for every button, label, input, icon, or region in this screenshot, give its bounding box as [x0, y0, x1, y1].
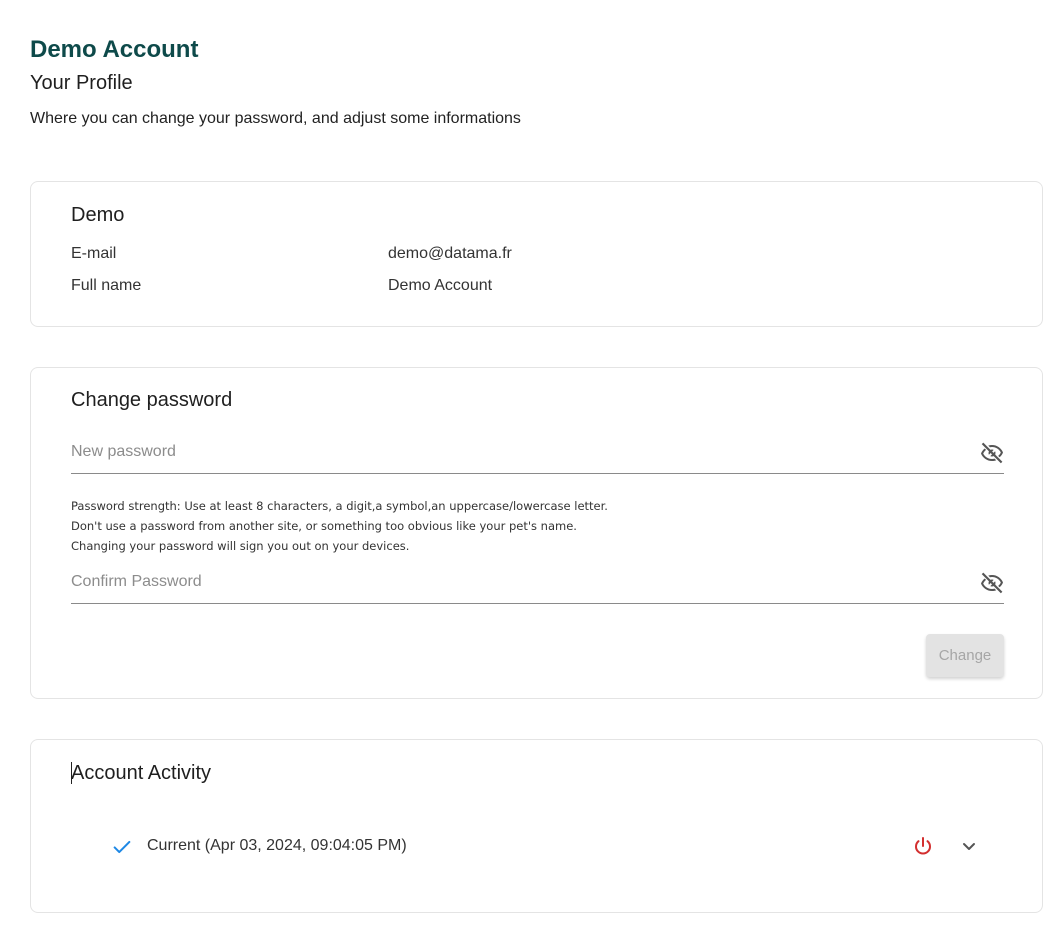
hint-line: Password strength: Use at least 8 charac… — [71, 499, 608, 513]
profile-card: Demo E-mail demo@datama.fr Full name Dem… — [30, 181, 1043, 327]
page-title: Your Profile — [30, 72, 133, 94]
change-password-button[interactable]: Change — [926, 634, 1004, 677]
email-value: demo@datama.fr — [388, 245, 512, 262]
session-row: Current (Apr 03, 2024, 09:04:05 PM) — [111, 832, 981, 860]
hint-line: Don't use a password from another site, … — [71, 519, 577, 533]
page-header: Demo Account Your Profile Where you can … — [30, 34, 1030, 129]
session-label: Current (Apr 03, 2024, 09:04:05 PM) — [147, 837, 407, 854]
fullname-label: Full name — [71, 277, 142, 294]
new-password-input[interactable] — [71, 443, 951, 461]
account-activity-card: Account Activity Current (Apr 03, 2024, … — [30, 739, 1043, 913]
new-password-field — [71, 437, 1004, 474]
change-password-card: Change password Password strength: Use a… — [30, 367, 1043, 699]
app-title: Demo Account — [30, 36, 199, 63]
check-icon — [111, 836, 133, 858]
profile-page: Demo Account Your Profile Where you can … — [0, 0, 1061, 927]
fullname-value: Demo Account — [388, 277, 493, 294]
email-label: E-mail — [71, 245, 117, 262]
password-hint: Password strength: Use at least 8 charac… — [71, 496, 971, 556]
eye-off-icon[interactable] — [980, 571, 1004, 595]
confirm-password-input[interactable] — [71, 573, 951, 591]
confirm-password-field — [71, 567, 1004, 604]
power-icon[interactable] — [911, 834, 935, 858]
chevron-down-icon[interactable] — [957, 834, 981, 858]
hint-line: Changing your password will sign you out… — [71, 539, 410, 553]
account-activity-title: Account Activity — [71, 762, 212, 784]
eye-off-icon[interactable] — [980, 441, 1004, 465]
page-subtitle: Where you can change your password, and … — [30, 110, 521, 127]
profile-card-title: Demo — [71, 204, 125, 226]
change-password-title: Change password — [71, 389, 233, 411]
